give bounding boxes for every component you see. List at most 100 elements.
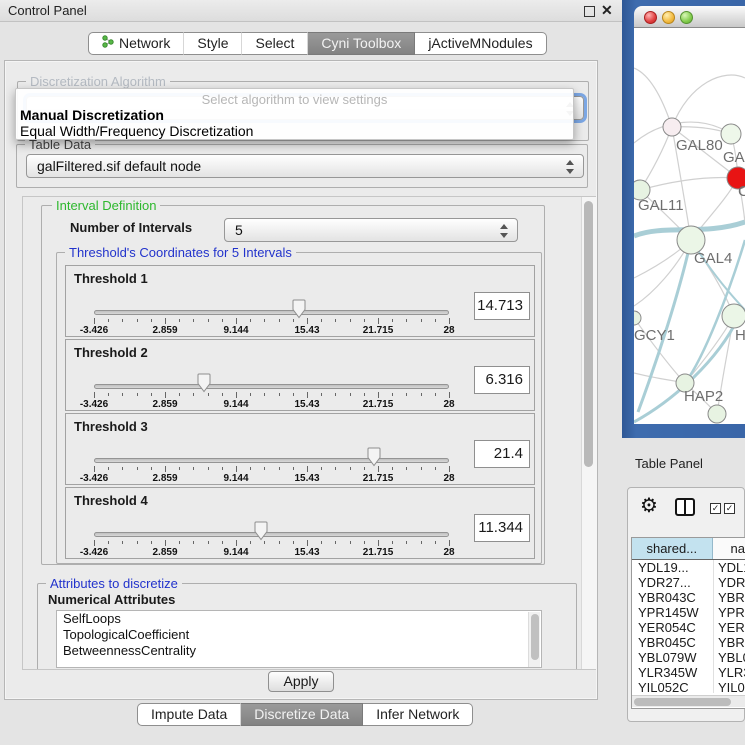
threshold-value-field[interactable]: 14.713 (474, 292, 530, 320)
node-label-gal80: GAL80 (676, 137, 723, 154)
table-row-ydr27[interactable]: YDR27...YDR2 (632, 575, 745, 590)
slider-handle[interactable] (197, 373, 211, 393)
network-edge (640, 178, 738, 191)
table-row-ybr045c[interactable]: YBR045CYBR0 (632, 635, 745, 650)
cell-shared-name: YIL052C (632, 680, 714, 693)
threshold-value-field[interactable]: 21.4 (474, 440, 530, 468)
scrollbar-thumb[interactable] (584, 201, 593, 467)
table-panel: ⚙ ✓ ✓ shared... na YDL19...YDL1YDR27...Y… (627, 487, 745, 722)
threshold-value-field[interactable]: 11.344 (474, 514, 530, 542)
attribute-item-betweennesscentrality[interactable]: BetweennessCentrality (57, 643, 541, 659)
column-header-shared-name[interactable]: shared... (632, 538, 713, 559)
cell-shared-name: YBR043C (632, 590, 714, 605)
tab-network[interactable]: Network (88, 32, 184, 55)
network-canvas[interactable]: GAL80GACGAL11GAL4GCY1HHAP2 (634, 28, 745, 424)
table-row-ybr043c[interactable]: YBR043CYBR0 (632, 590, 745, 605)
scrollbar-thumb[interactable] (531, 614, 539, 660)
threshold-title: Threshold 4 (74, 493, 148, 508)
settings-scroll-area: Interval Definition Number of Intervals … (22, 196, 596, 670)
node-label-c: C (738, 183, 745, 200)
table-row-ypr145w[interactable]: YPR145WYPR1 (632, 605, 745, 620)
slider-track[interactable] (94, 384, 449, 389)
right-panel: GAL80GACGAL11GAL4GCY1HHAP2 Table Panel ⚙… (622, 0, 745, 745)
threshold-list: Threshold 1 -3.4262.8599.14415.4321.71528… (57, 265, 535, 561)
network-node-gcy1[interactable] (634, 311, 641, 325)
cell-shared-name: YDL19... (632, 560, 714, 575)
threshold-panel-threshold-4: Threshold 4 -3.4262.8599.14415.4321.71528… (65, 487, 535, 559)
cell-shared-name: YDR27... (632, 575, 714, 590)
table-row-ydl19[interactable]: YDL19...YDL1 (632, 560, 745, 575)
slider-handle[interactable] (292, 299, 306, 319)
network-node-gal80[interactable] (663, 118, 681, 136)
table-data-combobox[interactable]: galFiltered.sif default node (26, 154, 584, 178)
combo-stepper-icon[interactable] (566, 159, 575, 175)
tab-label: Network (119, 33, 170, 54)
zoom-traffic-light-icon[interactable] (680, 11, 693, 24)
slider-handle[interactable] (254, 521, 268, 541)
tab-label: Style (197, 33, 228, 54)
slider-track[interactable] (94, 310, 449, 315)
tab-style[interactable]: Style (184, 32, 242, 55)
apply-button[interactable]: Apply (268, 671, 334, 692)
main-scrollbar[interactable] (581, 197, 596, 669)
slider-scale-labels: -3.4262.8599.14415.4321.71528 (94, 399, 449, 410)
float-window-icon[interactable] (584, 6, 595, 17)
network-node-ga[interactable] (721, 124, 741, 144)
number-of-intervals-combobox[interactable]: 5 (224, 218, 518, 242)
attributes-list[interactable]: SelfLoopsTopologicalCoefficientBetweenne… (56, 610, 542, 668)
gear-icon[interactable]: ⚙ (640, 493, 658, 518)
tab-impute-data[interactable]: Impute Data (137, 703, 241, 726)
algorithm-option-manual-discretization[interactable]: Manual Discretization (20, 107, 164, 123)
threshold-title: Threshold 2 (74, 345, 148, 360)
checkbox-icon[interactable]: ✓ (710, 503, 721, 514)
close-icon[interactable]: ✕ (601, 2, 613, 19)
network-edge (640, 127, 672, 190)
table-row-yil052c[interactable]: YIL052CYIL0 (632, 680, 745, 693)
table-hscrollbar[interactable] (632, 695, 745, 707)
control-panel: Control Panel ✕ Network Style Select Cyni T… (0, 0, 622, 745)
bottom-tab-bar: Impute Data Discretize DataInfer Network (137, 703, 473, 726)
tab-jactivemnodules[interactable]: jActiveMNodules (415, 32, 546, 55)
node-label-gal11: GAL11 (638, 197, 684, 214)
node-label-ga: GA (723, 149, 745, 166)
table-panel-title: Table Panel (635, 456, 703, 471)
attribute-item-selfloops[interactable]: SelfLoops (57, 611, 541, 627)
columns-icon[interactable] (675, 498, 695, 516)
table-row-ybl079w[interactable]: YBL079WYBL0 (632, 650, 745, 665)
panel-title: Control Panel (8, 3, 87, 18)
combo-stepper-icon[interactable] (500, 223, 509, 239)
slider-handle[interactable] (367, 447, 381, 467)
cell-shared-name: YPR145W (632, 605, 714, 620)
tab-cyni-toolbox[interactable]: Cyni Toolbox (308, 32, 415, 55)
threshold-title: Threshold 1 (74, 271, 148, 286)
table-row-ylr345w[interactable]: YLR345WYLR3 (632, 665, 745, 680)
tab-select[interactable]: Select (242, 32, 308, 55)
checkbox-icon[interactable]: ✓ (724, 503, 735, 514)
attributes-list-scrollbar[interactable] (528, 612, 540, 668)
tab-infer-network[interactable]: Infer Network (363, 703, 473, 726)
threshold-value-field[interactable]: 6.316 (474, 366, 530, 394)
attribute-item-topologicalcoefficient[interactable]: TopologicalCoefficient (57, 627, 541, 643)
cell-name: YDR2 (714, 575, 745, 590)
tab-label: Cyni Toolbox (321, 33, 401, 54)
table-rows: YDL19...YDL1YDR27...YDR2YBR043CYBR0YPR14… (632, 560, 745, 693)
network-node-h[interactable] (722, 304, 745, 328)
network-window-titlebar[interactable] (634, 6, 745, 28)
tab-label: Impute Data (151, 704, 227, 725)
node-label-gal4: GAL4 (694, 250, 732, 267)
threshold-title: Threshold 3 (74, 419, 148, 434)
thresholds-group-label: Threshold's Coordinates for 5 Intervals (65, 245, 296, 260)
slider-track[interactable] (94, 532, 449, 537)
interval-definition-group: Interval Definition Number of Intervals … (41, 205, 545, 565)
minimize-traffic-light-icon[interactable] (662, 11, 675, 24)
tab-label: jActiveMNodules (428, 33, 532, 54)
table-row-yer054c[interactable]: YER054CYER0 (632, 620, 745, 635)
scrollbar-thumb[interactable] (634, 698, 731, 706)
network-node-node[interactable] (708, 405, 726, 423)
column-header-name[interactable]: na (713, 538, 745, 559)
close-traffic-light-icon[interactable] (644, 11, 657, 24)
algorithm-option-equal-width-frequency-discretization[interactable]: Equal Width/Frequency Discretization (20, 123, 253, 139)
slider-track[interactable] (94, 458, 449, 463)
tab-discretize-data[interactable]: Discretize Data (241, 703, 363, 726)
slider-scale-labels: -3.4262.8599.14415.4321.71528 (94, 547, 449, 558)
